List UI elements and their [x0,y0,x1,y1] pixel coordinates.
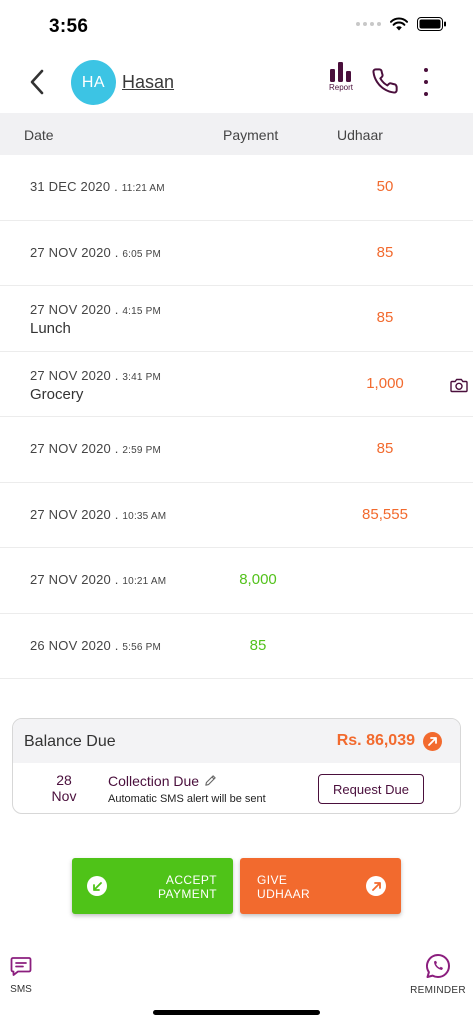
avatar[interactable]: HA [71,60,116,105]
transaction-udhaar-amount: 85 [376,243,394,261]
more-options-button[interactable] [416,68,436,96]
request-due-button[interactable]: Request Due [318,774,424,804]
home-indicator [153,1010,320,1015]
transaction-time: 5:56 PM [122,641,162,653]
collection-due-title[interactable]: Collection Due [108,773,199,789]
contact-name-link[interactable]: Hasan [122,72,174,93]
transaction-note: Grocery [30,385,84,403]
transaction-time: 2:59 PM [122,445,162,456]
give-udhaar-label: GIVE UDHAAR [257,873,311,901]
balance-card: Balance Due Rs. 86,039 28 Nov Collection… [12,718,461,814]
reminder-label: REMINDER [410,985,466,996]
transaction-date: 27 NOV 2020 . 10:35 AM [30,506,167,522]
transaction-row[interactable]: 27 NOV 2020 . 4:15 PM Lunch 85 [0,286,473,352]
transaction-udhaar-amount: 50 [376,178,394,195]
contact-header: HA Hasan Report [0,52,473,112]
sms-label: SMS [10,984,32,995]
give-udhaar-button[interactable]: GIVE UDHAAR [240,858,401,914]
transaction-row[interactable]: 27 NOV 2020 . 2:59 PM 85 [0,417,473,483]
transaction-date: 27 NOV 2020 . 10:21 AM [30,572,167,587]
transaction-time: 6:05 PM [122,248,162,260]
balance-due-amount: Rs. 86,039 [336,732,415,749]
transaction-date: 27 NOV 2020 . 4:15 PM [30,302,162,317]
transaction-row[interactable]: 31 DEC 2020 . 11:21 AM 50 [0,155,473,221]
transaction-time: 4:15 PM [122,306,162,317]
back-button[interactable] [22,64,52,100]
battery-icon [417,17,446,31]
status-icons [356,17,447,31]
transaction-time: 10:21 AM [122,576,167,587]
column-header-payment: Payment [223,127,279,143]
reminder-button[interactable]: REMINDER [405,953,471,999]
column-header-udhaar: Udhaar [337,127,383,143]
transaction-date: 31 DEC 2020 . 11:21 AM [30,179,165,194]
transaction-udhaar-amount: 85 [376,309,394,326]
collection-due-day[interactable]: 28 [49,772,79,788]
arrow-up-right-icon [366,876,386,896]
transaction-udhaar-amount: 1,000 [366,374,404,392]
call-button[interactable] [371,67,399,95]
balance-due-row[interactable]: Balance Due Rs. 86,039 [13,719,460,763]
transaction-row[interactable]: 27 NOV 2020 . 6:05 PM 85 [0,221,473,286]
transaction-date: 27 NOV 2020 . 2:59 PM [30,441,162,456]
transaction-udhaar-amount: 85,555 [362,505,408,523]
status-time: 3:56 [49,16,89,37]
whatsapp-icon [426,953,450,979]
transaction-note: Lunch [30,320,71,337]
column-header-date: Date [24,127,54,143]
transaction-date: 26 NOV 2020 . 5:56 PM [30,637,162,653]
balance-due-label: Balance Due [24,733,116,750]
transaction-date: 27 NOV 2020 . 6:05 PM [30,244,162,260]
phone-icon [372,68,398,94]
transaction-row[interactable]: 27 NOV 2020 . 10:35 AM 85,555 [0,483,473,548]
cellular-signal-icon [356,22,381,26]
accept-payment-button[interactable]: ACCEPT PAYMENT [72,858,233,914]
transaction-payment-amount: 8,000 [239,571,277,588]
camera-icon[interactable] [450,377,468,393]
transaction-row[interactable]: 27 NOV 2020 . 3:41 PM Grocery 1,000 [0,352,473,417]
sms-button[interactable]: SMS [6,955,36,1000]
report-label: Report [328,83,353,92]
transaction-row[interactable]: 26 NOV 2020 . 5:56 PM 85 [0,614,473,679]
bar-chart-icon [330,62,351,82]
arrow-down-left-icon [87,876,107,896]
transaction-time: 10:35 AM [122,510,167,522]
wifi-icon [390,17,408,31]
transaction-time: 3:41 PM [122,371,162,383]
status-bar: 3:56 [0,0,473,50]
accept-payment-label: ACCEPT PAYMENT [157,873,217,901]
message-icon [10,957,32,976]
collection-due-month[interactable]: Nov [46,788,82,804]
transaction-payment-amount: 85 [249,636,267,654]
transaction-row[interactable]: 27 NOV 2020 . 10:21 AM 8,000 [0,548,473,614]
collection-due-subtitle: Automatic SMS alert will be sent [108,793,266,805]
table-header: Date Payment Udhaar [0,113,473,155]
pencil-icon[interactable] [204,774,217,787]
transaction-time: 11:21 AM [121,183,165,194]
more-vertical-icon [424,68,428,72]
report-button[interactable]: Report [325,62,357,102]
chevron-left-icon [30,69,44,95]
transaction-list: 31 DEC 2020 . 11:21 AM 50 27 NOV 2020 . 6:… [0,155,473,679]
transaction-date: 27 NOV 2020 . 3:41 PM [30,367,162,383]
transaction-udhaar-amount: 85 [376,440,394,457]
arrow-up-right-icon[interactable] [423,732,442,751]
